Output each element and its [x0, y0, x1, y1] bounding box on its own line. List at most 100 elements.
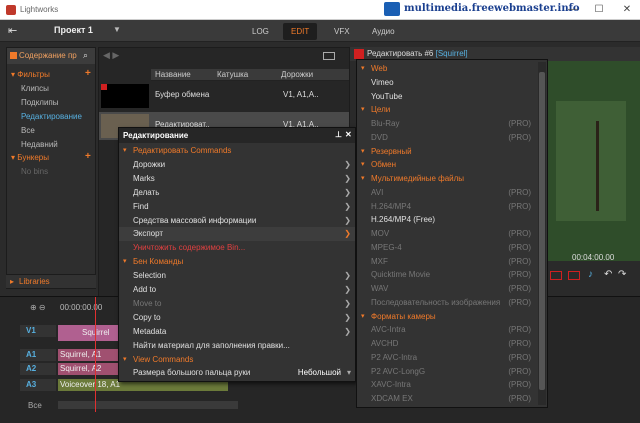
- add-bin-icon[interactable]: +: [85, 151, 91, 162]
- menu-item[interactable]: Экспорт ❯: [119, 227, 355, 241]
- submenu-item[interactable]: DVD (PRO): [357, 131, 537, 145]
- submenu-item[interactable]: XDCAM EX (PRO): [357, 392, 537, 406]
- redo-icon[interactable]: ↷: [618, 269, 626, 280]
- playhead[interactable]: [95, 297, 96, 412]
- chevron-down-icon: ▾: [123, 355, 127, 363]
- minimize-button[interactable]: —: [566, 3, 580, 17]
- mark-in-icon[interactable]: [550, 271, 562, 280]
- audio-icon[interactable]: ♪: [588, 269, 593, 280]
- timeline-scrollbar[interactable]: [58, 401, 238, 409]
- submenu-item[interactable]: YouTube: [357, 90, 537, 104]
- menu-item[interactable]: Find ❯: [119, 200, 355, 214]
- submenu-item[interactable]: Vimeo: [357, 76, 537, 90]
- all-tracks-label[interactable]: Все: [20, 401, 56, 410]
- submenu-item[interactable]: AVI (PRO): [357, 186, 537, 200]
- scrollbar-thumb[interactable]: [539, 72, 545, 390]
- section-bins[interactable]: ▾ Бункеры: [11, 153, 49, 162]
- mark-out-icon[interactable]: [568, 271, 580, 280]
- tab-vfx[interactable]: VFX: [326, 23, 358, 40]
- zoom-icons[interactable]: ⊕ ⊖: [30, 303, 46, 312]
- submenu-item-label: P2 AVC-Intra: [371, 352, 418, 362]
- menu-item[interactable]: Selection ❯: [119, 269, 355, 283]
- menu-item[interactable]: Средства массовой информации ❯: [119, 214, 355, 228]
- close-icon[interactable]: ✕: [345, 130, 352, 139]
- submenu-item[interactable]: H.264/MP4 (PRO): [357, 200, 537, 214]
- submenu-item[interactable]: MOV (PRO): [357, 227, 537, 241]
- menu-item[interactable]: Marks ❯: [119, 172, 355, 186]
- search-icon[interactable]: ⌕: [83, 50, 88, 61]
- menu-item[interactable]: Add to ❯: [119, 283, 355, 297]
- bin-row[interactable]: Буфер обмена V1, A1,A..: [99, 82, 349, 110]
- section-filters[interactable]: ▾ Фильтры: [11, 70, 50, 79]
- menu-item-label: Экспорт: [133, 229, 164, 239]
- submenu-section: ▾ Резервный: [357, 145, 537, 159]
- submenu-item[interactable]: P2 AVC-Intra (PRO): [357, 351, 537, 365]
- chevron-down-icon[interactable]: ▼: [113, 25, 121, 34]
- chevron-down-icon: ▾: [346, 368, 351, 378]
- column-header[interactable]: Дорожки: [281, 70, 313, 79]
- menu-item-label: Делать: [133, 187, 160, 197]
- submenu-item-label: XDCAM EX: [371, 394, 413, 403]
- column-header[interactable]: Название: [155, 70, 191, 79]
- menu-item[interactable]: Найти материал для заполнения правки...: [119, 339, 355, 353]
- submenu-item[interactable]: AVC-Intra (PRO): [357, 323, 537, 337]
- menu-item[interactable]: Metadata ❯: [119, 325, 355, 339]
- menu-item[interactable]: Размера большого пальца руки Небольшой ▾: [119, 366, 355, 380]
- submenu-item-label: YouTube: [371, 91, 403, 101]
- menu-item-label: Уничтожить содержимое Bin...: [133, 243, 246, 253]
- submenu-item[interactable]: MXF (PRO): [357, 255, 537, 269]
- exit-icon[interactable]: ⇤: [8, 24, 22, 38]
- submenu-item[interactable]: Quicktime Movie (PRO): [357, 268, 537, 282]
- add-filter-icon[interactable]: +: [85, 68, 91, 79]
- menu-item[interactable]: Делать ❯: [119, 186, 355, 200]
- context-menu-header: Редактирование ⊥ ✕: [119, 128, 355, 143]
- submenu-item[interactable]: WAV (PRO): [357, 282, 537, 296]
- filter-item[interactable]: Клипсы: [21, 84, 49, 93]
- pin-icon[interactable]: ⊥: [335, 130, 342, 139]
- submenu-scrollbar[interactable]: [538, 62, 546, 405]
- menu-item-label: Metadata: [133, 326, 167, 336]
- maximize-button[interactable]: ☐: [592, 3, 606, 17]
- submenu-item[interactable]: AVCHD (PRO): [357, 337, 537, 351]
- submenu-item-label: Форматы камеры: [371, 311, 436, 321]
- submenu-item-label: Цели: [371, 105, 391, 115]
- tab-edit[interactable]: EDIT: [283, 23, 318, 40]
- submenu-item-label: MPEG-4: [371, 242, 402, 252]
- filter-item[interactable]: Все: [21, 126, 35, 135]
- menu-item[interactable]: Дорожки ❯: [119, 158, 355, 172]
- tab-log[interactable]: LOG: [244, 23, 277, 40]
- menu-item[interactable]: Move to ❯: [119, 297, 355, 311]
- row-name: Буфер обмена: [155, 90, 210, 99]
- project-name[interactable]: Проект 1: [54, 25, 93, 35]
- track-header[interactable]: V1: [20, 325, 56, 337]
- close-button[interactable]: ✕: [620, 3, 634, 17]
- column-header[interactable]: Катушка: [217, 70, 248, 79]
- track-header[interactable]: A1: [20, 349, 56, 361]
- menu-item[interactable]: Уничтожить содержимое Bin...: [119, 241, 355, 255]
- submenu-item[interactable]: Последовательность изображения (PRO): [357, 296, 537, 310]
- submenu-item[interactable]: MPEG-4 (PRO): [357, 241, 537, 255]
- menu-item[interactable]: Copy to ❯: [119, 311, 355, 325]
- timeline-clip-audio[interactable]: Squirrel, A1: [58, 349, 118, 361]
- nav-back-icon[interactable]: ◀ ▶: [103, 50, 119, 61]
- filter-item-selected[interactable]: Редактирование: [21, 112, 82, 121]
- context-menu-title: Редактирование: [123, 131, 189, 140]
- video-preview[interactable]: [546, 61, 640, 261]
- keyboard-icon[interactable]: [323, 52, 335, 60]
- libraries-bar[interactable]: ▸ Libraries: [6, 274, 96, 288]
- submenu-item[interactable]: P2 AVC-LongG (PRO): [357, 365, 537, 379]
- track-header[interactable]: A3: [20, 379, 56, 391]
- pro-badge: (PRO): [508, 187, 531, 197]
- submenu-item[interactable]: XAVC-Intra (PRO): [357, 378, 537, 392]
- chevron-right-icon: ❯: [344, 215, 351, 225]
- filter-item[interactable]: Недавний: [21, 140, 58, 149]
- undo-icon[interactable]: ↶: [604, 269, 612, 280]
- submenu-item[interactable]: H.264/MP4 (Free): [357, 213, 537, 227]
- timeline-clip-audio[interactable]: Squirrel, A2: [58, 363, 118, 375]
- submenu-item[interactable]: Blu-Ray (PRO): [357, 117, 537, 131]
- tab-audio[interactable]: Аудио: [364, 23, 403, 40]
- timeline-clip-video[interactable]: Squirrel: [58, 325, 118, 341]
- menu-item-label: Copy to: [133, 312, 161, 322]
- filter-item[interactable]: Подклипы: [21, 98, 59, 107]
- track-header[interactable]: A2: [20, 363, 56, 375]
